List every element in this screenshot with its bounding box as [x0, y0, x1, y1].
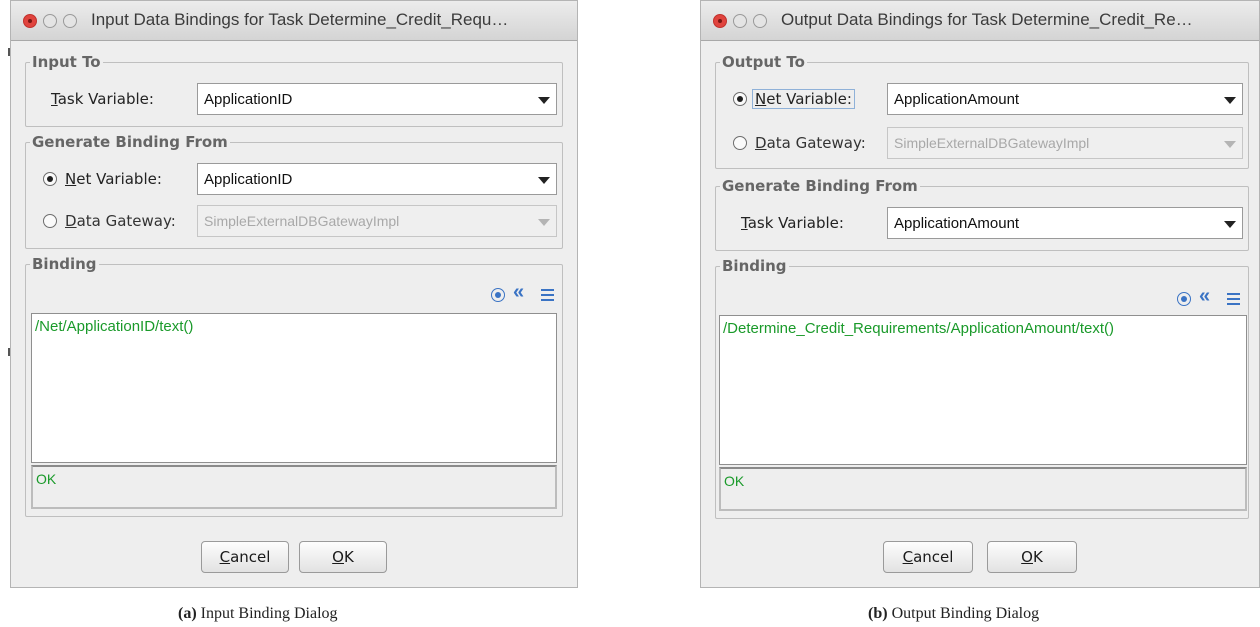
output-bindings-dialog: Output Data Bindings for Task Determine_… [700, 0, 1260, 588]
close-window-button[interactable] [713, 14, 727, 28]
data-gateway-value: SimpleExternalDBGatewayImpl [204, 213, 400, 229]
data-gateway-select[interactable]: SimpleExternalDBGatewayImpl [197, 205, 557, 237]
data-gateway-select[interactable]: SimpleExternalDBGatewayImpl [887, 127, 1243, 159]
chevron-down-icon [538, 219, 550, 226]
task-variable-select[interactable]: ApplicationAmount [887, 207, 1243, 239]
title-bar: Input Data Bindings for Task Determine_C… [11, 1, 577, 41]
ok-button[interactable]: OK [987, 541, 1077, 573]
net-variable-row: Net Variable: ApplicationAmount [715, 83, 1249, 115]
net-variable-row: Net Variable: ApplicationID [25, 163, 563, 195]
chevron-down-icon [1224, 221, 1236, 228]
chevron-down-icon [538, 97, 550, 104]
cancel-button[interactable]: Cancel [201, 541, 289, 573]
data-gateway-row: Data Gateway: SimpleExternalDBGatewayImp… [25, 205, 563, 237]
chevron-down-icon [538, 177, 550, 184]
minimize-window-button[interactable] [733, 14, 747, 28]
group-legend: Generate Binding From [722, 177, 918, 195]
data-gateway-label: Data Gateway: [65, 212, 176, 230]
task-variable-row: Task Variable: ApplicationAmount [715, 207, 1249, 239]
validation-status: OK [719, 467, 1247, 511]
net-variable-value: ApplicationID [204, 171, 293, 188]
toolbar-icons: « [1177, 285, 1243, 309]
window-title: Output Data Bindings for Task Determine_… [781, 10, 1193, 29]
data-gateway-row: Data Gateway: SimpleExternalDBGatewayImp… [715, 127, 1249, 159]
window-title: Input Data Bindings for Task Determine_C… [91, 10, 509, 29]
target-icon[interactable] [1177, 292, 1191, 306]
group-legend: Input To [32, 53, 101, 71]
target-icon[interactable] [491, 288, 505, 302]
task-variable-label: Task Variable: [51, 90, 154, 108]
binding-toolbar: « [25, 277, 563, 307]
data-gateway-radio[interactable] [43, 214, 57, 228]
group-legend: Output To [722, 53, 805, 71]
group-legend: Generate Binding From [32, 133, 228, 151]
task-variable-label: Task Variable: [741, 214, 844, 232]
chevron-down-icon [1224, 141, 1236, 148]
net-variable-label: Net Variable: [752, 89, 855, 109]
group-legend: Binding [32, 255, 97, 273]
binding-expression-editor[interactable]: /Determine_Credit_Requirements/Applicati… [719, 315, 1247, 465]
align-lines-icon[interactable] [541, 289, 554, 301]
validation-status: OK [31, 465, 557, 509]
double-chevron-left-icon[interactable]: « [513, 281, 524, 304]
binding-expression-editor[interactable]: /Net/ApplicationID/text() [31, 313, 557, 463]
ok-button[interactable]: OK [299, 541, 387, 573]
caption-b: (b) Output Binding Dialog [868, 605, 1040, 622]
net-variable-select[interactable]: ApplicationAmount [887, 83, 1243, 115]
toolbar-icons: « [491, 281, 557, 305]
data-gateway-radio[interactable] [733, 136, 747, 150]
task-variable-value: ApplicationAmount [894, 215, 1020, 232]
double-chevron-left-icon[interactable]: « [1199, 285, 1210, 308]
minimize-window-button[interactable] [43, 14, 57, 28]
data-gateway-value: SimpleExternalDBGatewayImpl [894, 135, 1090, 151]
data-gateway-label: Data Gateway: [755, 134, 866, 152]
binding-toolbar: « [715, 281, 1249, 311]
title-bar: Output Data Bindings for Task Determine_… [701, 1, 1259, 41]
cancel-button[interactable]: Cancel [883, 541, 973, 573]
align-lines-icon[interactable] [1227, 293, 1240, 305]
task-variable-select[interactable]: ApplicationID [197, 83, 557, 115]
task-variable-value: ApplicationID [204, 91, 293, 108]
task-variable-row: Task Variable: ApplicationID [25, 83, 563, 115]
net-variable-select[interactable]: ApplicationID [197, 163, 557, 195]
close-window-button[interactable] [23, 14, 37, 28]
input-bindings-dialog: Input Data Bindings for Task Determine_C… [10, 0, 578, 588]
caption-a: (a) Input Binding Dialog [178, 605, 338, 622]
net-variable-value: ApplicationAmount [894, 91, 1020, 108]
net-variable-label: Net Variable: [65, 170, 162, 188]
group-legend: Binding [722, 257, 787, 275]
zoom-window-button[interactable] [63, 14, 77, 28]
chevron-down-icon [1224, 97, 1236, 104]
zoom-window-button[interactable] [753, 14, 767, 28]
net-variable-radio[interactable] [733, 92, 747, 106]
net-variable-radio[interactable] [43, 172, 57, 186]
